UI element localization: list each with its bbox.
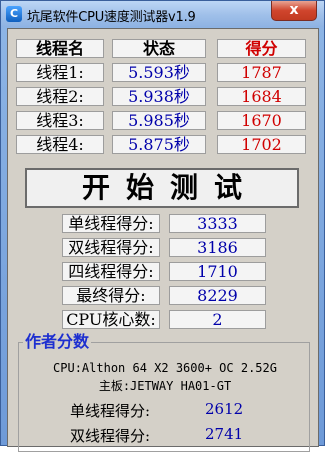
thread-2-score: 1684 [217, 87, 306, 106]
thread-4-time: 5.875秒 [112, 135, 206, 154]
thread-1-time: 5.593秒 [112, 63, 206, 82]
header-status: 状态 [112, 39, 206, 58]
thread-3-name: 线程3: [16, 111, 104, 130]
author-single-value: 2612 [205, 400, 244, 418]
summary-quad-value: 1710 [169, 262, 266, 281]
thread-3-time: 5.985秒 [112, 111, 206, 130]
summary-single-label: 单线程得分: [62, 214, 160, 233]
close-button[interactable]: x [271, 1, 317, 21]
app-window: C 坑尾软件CPU速度测试器v1.9 x 线程名 状态 得分 线程1: 5.59… [0, 0, 325, 452]
thread-2-time: 5.938秒 [112, 87, 206, 106]
window-title: 坑尾软件CPU速度测试器v1.9 [27, 10, 196, 25]
header-score: 得分 [217, 39, 306, 58]
summary-single-value: 3333 [169, 214, 266, 233]
author-cpu-info: CPU:Althon 64 X2 3600+ OC 2.52G [53, 361, 277, 375]
thread-4-name: 线程4: [16, 135, 104, 154]
summary-cores-value: 2 [169, 310, 266, 329]
summary-final-value: 8229 [169, 286, 266, 305]
header-thread-name: 线程名 [16, 39, 104, 58]
app-icon: C [6, 6, 22, 22]
summary-quad-label: 四线程得分: [62, 262, 160, 281]
title-bar[interactable]: C 坑尾软件CPU速度测试器v1.9 x [1, 1, 324, 27]
summary-final-label: 最终得分: [62, 286, 160, 305]
summary-dual-label: 双线程得分: [62, 238, 160, 257]
start-test-button[interactable]: 开始测试 [25, 168, 299, 208]
author-dual-value: 2741 [205, 425, 244, 443]
author-scores-title: 作者分数 [23, 332, 92, 352]
client-area: 线程名 状态 得分 线程1: 5.593秒 1787 线程2: 5.938秒 1… [7, 28, 319, 452]
thread-1-name: 线程1: [16, 63, 104, 82]
thread-3-score: 1670 [217, 111, 306, 130]
close-icon: x [289, 2, 299, 18]
summary-cores-label: CPU核心数: [62, 310, 160, 329]
author-single-label: 单线程得分: [70, 402, 151, 420]
thread-4-score: 1702 [217, 135, 306, 154]
author-board-info: 主板:JETWAY HA01-GT [98, 379, 232, 393]
thread-2-name: 线程2: [16, 87, 104, 106]
author-scores-group: 作者分数 CPU:Althon 64 X2 3600+ OC 2.52G 主板:… [18, 332, 310, 452]
thread-1-score: 1787 [217, 63, 306, 82]
author-dual-label: 双线程得分: [70, 427, 151, 445]
summary-dual-value: 3186 [169, 238, 266, 257]
